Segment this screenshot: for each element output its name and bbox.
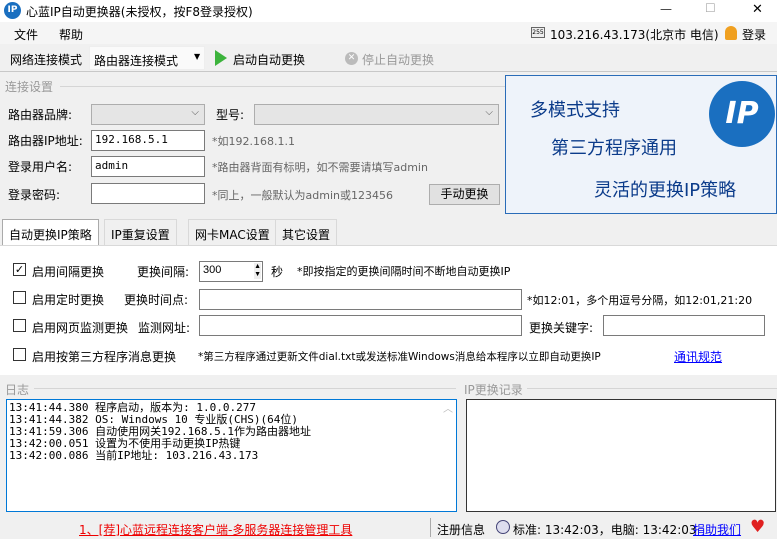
divider <box>34 388 456 389</box>
interval-field-label: 更换间隔: <box>137 265 190 279</box>
interval-unit: 秒 <box>271 265 284 279</box>
menu-bar: 文件 帮助 255 103.216.43.173(北京市 电信) 登录 <box>0 22 777 44</box>
keyword-input[interactable] <box>603 315 765 336</box>
menu-help[interactable]: 帮助 <box>59 26 83 43</box>
donate-link[interactable]: 捐助我们 <box>693 521 741 538</box>
scroll-up-icon[interactable]: ︿ <box>443 404 453 416</box>
keyword-label: 更换关键字: <box>529 321 594 335</box>
divider <box>430 518 431 537</box>
login-link[interactable]: 登录 <box>742 26 766 43</box>
stop-icon: ✕ <box>345 52 358 65</box>
promo-link[interactable]: 1、[荐]心蓝远程连接客户端-多服务器连接管理工具 <box>79 521 352 538</box>
manual-change-button[interactable]: 手动更换 <box>429 184 500 205</box>
interval-hint: *即按指定的更换间隔时间不断地自动更换IP <box>297 265 511 278</box>
third-party-hint: *第三方程序通过更新文件dial.txt或发送标准Windows消息给本程序以立… <box>198 351 601 363</box>
clock-icon <box>496 520 510 534</box>
brand-select[interactable]: ⌵ <box>91 104 205 125</box>
status-bar: 1、[荐]心蓝远程连接客户端-多服务器连接管理工具 注册信息 标准: 13:42… <box>0 516 777 539</box>
timed-hint: *如12:01，多个用逗号分隔，如12:01,21:20 <box>527 294 753 307</box>
ip-logo: IP <box>709 81 775 147</box>
web-url-input[interactable] <box>199 315 522 336</box>
user-icon <box>725 26 737 40</box>
interval-value: 300 <box>203 264 222 276</box>
divider <box>527 388 777 389</box>
log-title: 日志 <box>5 383 30 397</box>
interval-stepper[interactable]: 300 ▲ ▼ <box>199 261 263 282</box>
toolbar: 网络连接模式 路由器连接模式 ▼ 启动自动更换 ✕ 停止自动更换 <box>0 44 777 72</box>
tab-mac[interactable]: 网卡MAC设置 <box>188 219 277 246</box>
password-hint: *同上，一般默认为admin或123456 <box>212 189 393 202</box>
ip-history-title: IP更换记录 <box>464 383 523 397</box>
banner-line-1: 多模式支持 <box>530 100 620 121</box>
minimize-button[interactable]: — <box>660 2 672 16</box>
maximize-button[interactable]: ☐ <box>705 1 716 15</box>
web-monitor-label: 启用网页监测更换 <box>32 321 129 335</box>
title-bar: IP 心蓝IP自动更换器(未授权，按F8登录授权) — ☐ ✕ <box>0 0 777 22</box>
password-input[interactable] <box>91 183 205 204</box>
timed-field-label: 更换时间点: <box>124 293 189 307</box>
password-label: 登录密码: <box>8 188 61 202</box>
log-textarea[interactable]: 13:41:44.380 程序启动，版本为: 1.0.0.277 13:41:4… <box>6 399 457 512</box>
ip-history-list[interactable] <box>466 399 776 512</box>
tab-auto-strategy[interactable]: 自动更换IP策略 <box>2 219 99 246</box>
chevron-down-icon: ▼ <box>194 52 201 61</box>
banner: 多模式支持 第三方程序通用 灵活的更换IP策略 IP <box>505 75 777 214</box>
protocol-link[interactable]: 通讯规范 <box>674 348 722 365</box>
menu-file[interactable]: 文件 <box>14 26 38 43</box>
connection-group-title: 连接设置 <box>5 80 54 94</box>
log-line: 13:42:00.086 当前IP地址: 103.216.43.173 <box>9 449 259 462</box>
router-ip-input[interactable]: 192.168.5.1 <box>91 130 205 151</box>
start-button[interactable]: 启动自动更换 <box>233 51 305 68</box>
user-hint: *路由器背面有标明，如不需要请填写admin <box>212 161 428 174</box>
third-party-label: 启用按第三方程序消息更换 <box>32 350 177 364</box>
username-input[interactable]: admin <box>91 156 205 177</box>
network-icon: 255 <box>531 27 545 38</box>
ip-status: 103.216.43.173(北京市 电信) <box>550 28 719 42</box>
tab-other[interactable]: 其它设置 <box>275 219 338 246</box>
chevron-down-icon: ⌵ <box>485 107 493 118</box>
model-select[interactable]: ⌵ <box>254 104 499 125</box>
play-icon <box>215 50 227 66</box>
spinner-arrows-icon[interactable]: ▲ ▼ <box>254 263 261 279</box>
web-url-label: 监测网址: <box>138 321 191 335</box>
banner-line-3: 灵活的更换IP策略 <box>594 180 737 201</box>
third-party-checkbox[interactable] <box>13 348 26 361</box>
user-label: 登录用户名: <box>8 160 73 174</box>
model-label: 型号: <box>216 108 245 122</box>
brand-label: 路由器品牌: <box>8 108 73 122</box>
web-monitor-checkbox[interactable] <box>13 319 26 332</box>
ip-hint: *如192.168.1.1 <box>212 135 295 148</box>
ip-label: 路由器IP地址: <box>8 134 83 148</box>
chevron-down-icon: ⌵ <box>191 107 199 118</box>
time-status: 标准: 13:42:03，电脑: 13:42:03 <box>513 523 697 537</box>
mode-label: 网络连接模式 <box>10 53 83 67</box>
timed-checkbox[interactable] <box>13 291 26 304</box>
interval-checkbox[interactable]: ✓ <box>13 263 26 276</box>
mode-select[interactable]: 路由器连接模式 ▼ <box>89 46 205 70</box>
window-title: 心蓝IP自动更换器(未授权，按F8登录授权) <box>26 5 253 19</box>
divider <box>60 86 505 87</box>
interval-label: 启用间隔更换 <box>32 265 105 279</box>
mode-select-value: 路由器连接模式 <box>94 54 179 68</box>
banner-line-2: 第三方程序通用 <box>551 138 677 159</box>
tab-ip-repeat[interactable]: IP重复设置 <box>104 219 177 246</box>
close-button[interactable]: ✕ <box>752 2 763 17</box>
timed-input[interactable] <box>199 289 522 310</box>
heart-icon: ♥ <box>750 517 766 537</box>
stop-button[interactable]: 停止自动更换 <box>362 51 434 68</box>
app-logo-icon: IP <box>4 2 21 19</box>
timed-label: 启用定时更换 <box>32 293 105 307</box>
register-info[interactable]: 注册信息 <box>437 521 485 538</box>
